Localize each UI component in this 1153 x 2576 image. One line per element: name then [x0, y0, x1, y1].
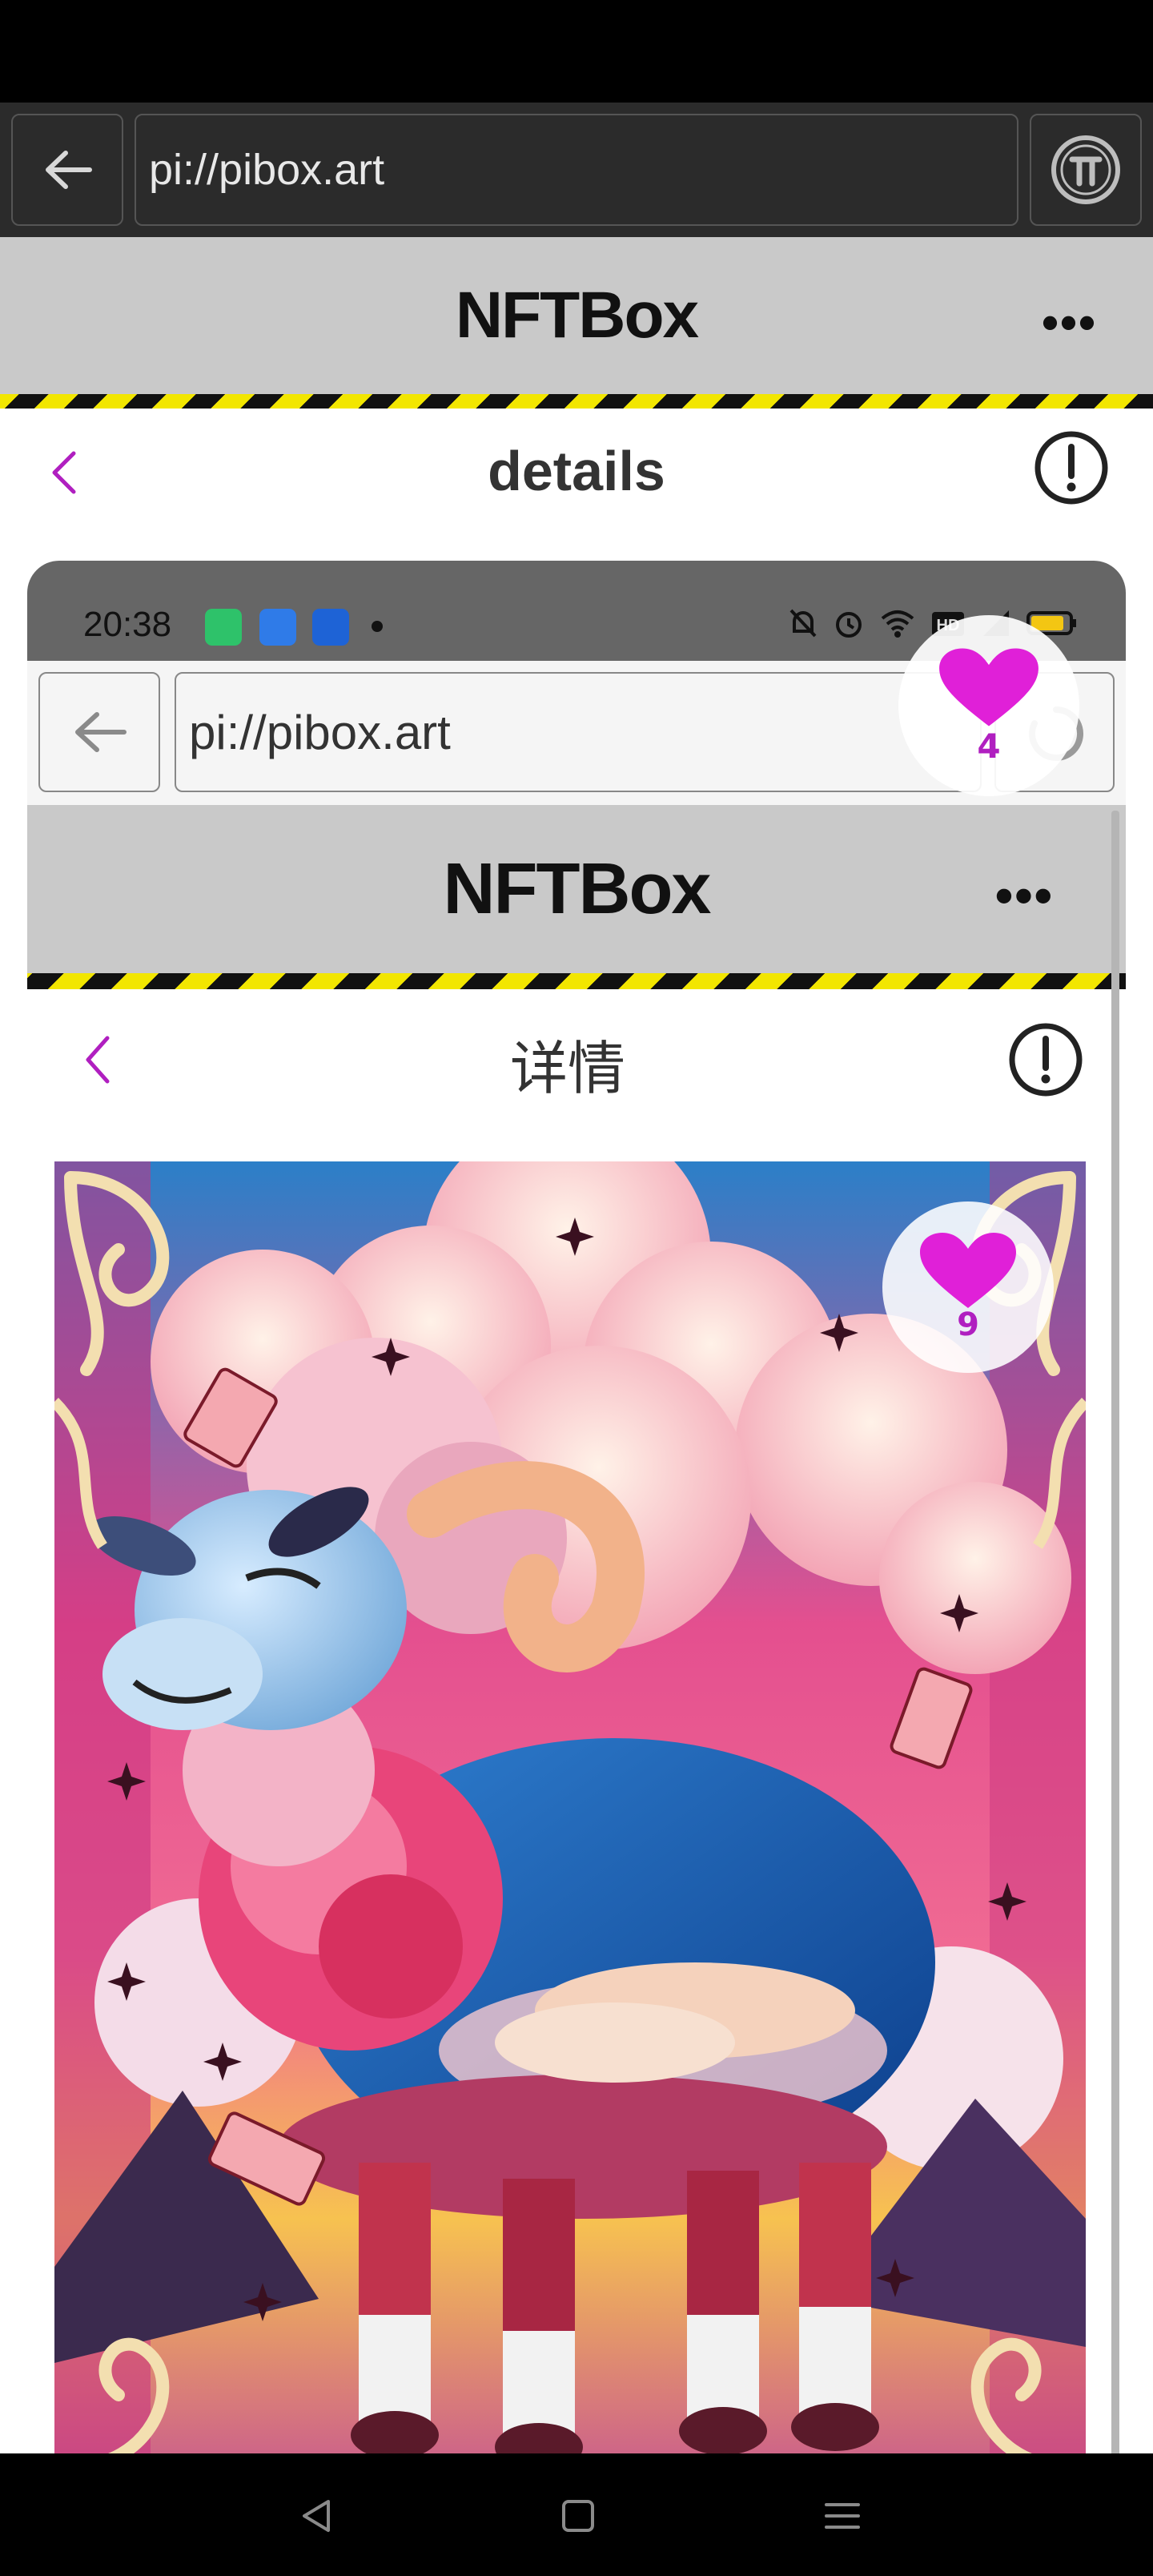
browser-toolbar: pi://pibox.art	[0, 103, 1153, 237]
embedded-screenshot: 20:38 HD pi://pibox.art	[27, 561, 1126, 2453]
embedded-url-field[interactable]: pi://pibox.art	[175, 672, 982, 792]
status-time: 20:38	[83, 605, 172, 644]
app-title: NFTBox	[455, 279, 699, 352]
status-app-icon-green	[205, 609, 242, 646]
embedded-app-header: NFTBox •••	[27, 805, 1126, 973]
embedded-scrollbar	[1111, 811, 1119, 2453]
more-menu-button[interactable]: •••	[1042, 295, 1097, 350]
system-navigation-bar	[0, 2453, 1153, 2576]
bell-muted-icon	[789, 609, 817, 638]
browser-url-field[interactable]: pi://pibox.art	[135, 114, 1018, 226]
embedded-detail-header: 详情	[27, 989, 1126, 1125]
heart-icon	[939, 647, 1039, 726]
arrow-left-icon	[75, 712, 127, 752]
top-black-area	[0, 0, 1153, 103]
detail-header: details	[0, 409, 1153, 533]
embedded-detail-title: 详情	[509, 1037, 625, 1101]
app-header: NFTBox •••	[0, 237, 1153, 394]
status-dot	[372, 621, 383, 632]
heart-icon	[920, 1233, 1016, 1308]
square-home-icon[interactable]	[554, 2492, 602, 2540]
embedded-back-button[interactable]	[38, 672, 160, 792]
embedded-more-menu: •••	[994, 867, 1054, 924]
embedded-like-count: 9	[957, 1306, 979, 1343]
detail-title: details	[488, 440, 665, 502]
pi-browser-button[interactable]	[1030, 114, 1142, 226]
triangle-back-icon[interactable]	[293, 2492, 341, 2540]
alarm-icon	[836, 612, 862, 638]
embedded-url-text: pi://pibox.art	[189, 705, 451, 759]
embedded-like-badge: 9	[882, 1201, 1054, 1373]
browser-back-button[interactable]	[11, 114, 123, 226]
wifi-icon	[881, 610, 914, 638]
like-badge[interactable]: 4	[898, 615, 1079, 796]
embedded-hazard-stripe	[27, 973, 1126, 989]
browser-url-text: pi://pibox.art	[149, 146, 385, 194]
exclamation-circle-icon	[1009, 1023, 1083, 1097]
embedded-app-title: NFTBox	[443, 848, 712, 929]
pi-logo-icon	[1051, 135, 1120, 204]
status-app-icon-blue	[259, 609, 296, 646]
arrow-left-icon	[46, 151, 92, 189]
exclamation-circle-icon[interactable]	[1033, 429, 1110, 506]
hazard-stripe-divider	[0, 394, 1153, 409]
like-count: 4	[977, 726, 1001, 766]
menu-lines-icon[interactable]	[818, 2492, 866, 2540]
status-app-icon-navy	[312, 609, 349, 646]
detail-page: details 20:38 HD	[0, 409, 1153, 2453]
